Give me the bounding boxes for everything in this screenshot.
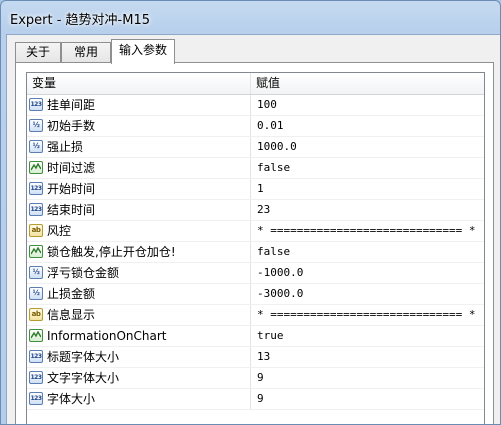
parameter-name: 标题字体大小 [47,350,120,364]
parameter-name: 开始时间 [47,182,96,196]
parameter-name-cell: 123 字体大小 [27,389,251,409]
table-row[interactable]: ½ 强止损 1000.0 [27,137,484,158]
double-icon: ½ [29,266,43,279]
parameter-name: 强止损 [47,140,84,154]
expert-properties-window: Expert - 趋势对冲-M15 关于 常用 输入参数 变量 赋值 123 挂单… [0,0,501,425]
grid-header: 变量 赋值 [27,73,484,95]
int-icon: 123 [29,182,43,195]
parameter-name-cell: 123 文字字体大小 [27,368,251,388]
parameter-value[interactable]: 0.01 [252,116,484,136]
parameter-value[interactable]: -3000.0 [252,284,484,304]
table-row[interactable]: InformationOnChart true [27,326,484,347]
parameter-value[interactable]: false [252,158,484,178]
parameter-rows: 123 挂单间距 100 ½ 初始手数 0.01 ½ 强止损 1000.0 时间过滤 false 12… [27,95,484,410]
double-icon: ½ [29,119,43,132]
table-row[interactable]: 123 字体大小 9 [27,389,484,410]
table-row[interactable]: ab 信息显示 * ============================= * [27,305,484,326]
table-row[interactable]: ½ 止损金额 -3000.0 [27,284,484,305]
column-header-value[interactable]: 赋值 [251,73,484,94]
table-row[interactable]: 123 开始时间 1 [27,179,484,200]
column-header-variable[interactable]: 变量 [27,73,251,94]
double-icon: ½ [29,287,43,300]
bool-icon [29,161,43,174]
int-icon: 123 [29,392,43,405]
parameter-name-cell: 123 挂单间距 [27,95,251,115]
title-bar[interactable]: Expert - 趋势对冲-M15 [1,1,500,33]
parameter-name: 字体大小 [47,392,96,406]
int-icon: 123 [29,98,43,111]
parameter-name: 风控 [47,224,72,238]
parameter-name: 止损金额 [47,287,96,301]
input-parameters-panel: 变量 赋值 123 挂单间距 100 ½ 初始手数 0.01 ½ 强止损 1000.0 时间过滤 f… [15,62,494,424]
parameter-value[interactable]: 1 [252,179,484,199]
parameter-name-cell: 123 标题字体大小 [27,347,251,367]
string-icon: ab [29,308,43,321]
parameter-value[interactable]: 100 [252,95,484,115]
parameter-name-cell: 123 结束时间 [27,200,251,220]
parameter-value[interactable]: true [252,326,484,346]
parameter-name-cell: ab 风控 [27,221,251,241]
parameter-value[interactable]: * ============================= * [252,221,484,241]
tab-common-label: 常用 [73,45,98,59]
table-row[interactable]: 123 结束时间 23 [27,200,484,221]
table-row[interactable]: 123 文字字体大小 9 [27,368,484,389]
tab-about-label: 关于 [25,45,50,59]
parameter-value[interactable]: -1000.0 [252,263,484,283]
parameter-name: 初始手数 [47,119,96,133]
parameter-value[interactable]: * ============================= * [252,305,484,325]
table-row[interactable]: ½ 浮亏锁仓金额 -1000.0 [27,263,484,284]
parameter-name: 信息显示 [47,308,96,322]
window-title: Expert - 趋势对冲-M15 [10,13,151,28]
parameter-value[interactable]: 23 [252,200,484,220]
bool-icon [29,329,43,342]
parameter-value[interactable]: 9 [252,389,484,409]
tab-common[interactable]: 常用 [61,42,111,62]
string-icon: ab [29,224,43,237]
parameter-name: 结束时间 [47,203,96,217]
int-icon: 123 [29,203,43,216]
parameter-name: 文字字体大小 [47,371,120,385]
tab-input-parameters-label: 输入参数 [118,43,167,57]
parameter-name-cell: 锁仓触发,停止开仓加仓! [27,242,251,262]
table-row[interactable]: ½ 初始手数 0.01 [27,116,484,137]
table-row[interactable]: 时间过滤 false [27,158,484,179]
dialog-client-area: 关于 常用 输入参数 变量 赋值 123 挂单间距 100 ½ 初始手数 0.01 ½ 强止损… [6,34,500,424]
parameter-name-cell: ½ 初始手数 [27,116,251,136]
table-row[interactable]: 123 标题字体大小 13 [27,347,484,368]
table-row[interactable]: ab 风控 * ============================= * [27,221,484,242]
int-icon: 123 [29,350,43,363]
parameter-value[interactable]: 13 [252,347,484,367]
tab-about[interactable]: 关于 [15,42,61,62]
parameter-name-cell: ½ 强止损 [27,137,251,157]
parameters-grid: 变量 赋值 123 挂单间距 100 ½ 初始手数 0.01 ½ 强止损 1000.0 时间过滤 f… [26,72,485,424]
parameter-name-cell: InformationOnChart [27,326,251,346]
tab-input-parameters[interactable]: 输入参数 [111,39,175,64]
bool-icon [29,245,43,258]
parameter-name: 锁仓触发,停止开仓加仓! [47,245,176,259]
double-icon: ½ [29,140,43,153]
parameter-value[interactable]: 9 [252,368,484,388]
parameter-name: 浮亏锁仓金额 [47,266,120,280]
parameter-name-cell: 123 开始时间 [27,179,251,199]
parameter-name: 时间过滤 [47,161,96,175]
table-row[interactable]: 锁仓触发,停止开仓加仓! false [27,242,484,263]
parameter-name-cell: ½ 浮亏锁仓金额 [27,263,251,283]
int-icon: 123 [29,371,43,384]
parameter-name: 挂单间距 [47,98,96,112]
parameter-name: InformationOnChart [47,329,167,343]
parameter-value[interactable]: 1000.0 [252,137,484,157]
parameter-name-cell: ab 信息显示 [27,305,251,325]
parameter-name-cell: ½ 止损金额 [27,284,251,304]
table-row[interactable]: 123 挂单间距 100 [27,95,484,116]
parameter-value[interactable]: false [252,242,484,262]
parameter-name-cell: 时间过滤 [27,158,251,178]
